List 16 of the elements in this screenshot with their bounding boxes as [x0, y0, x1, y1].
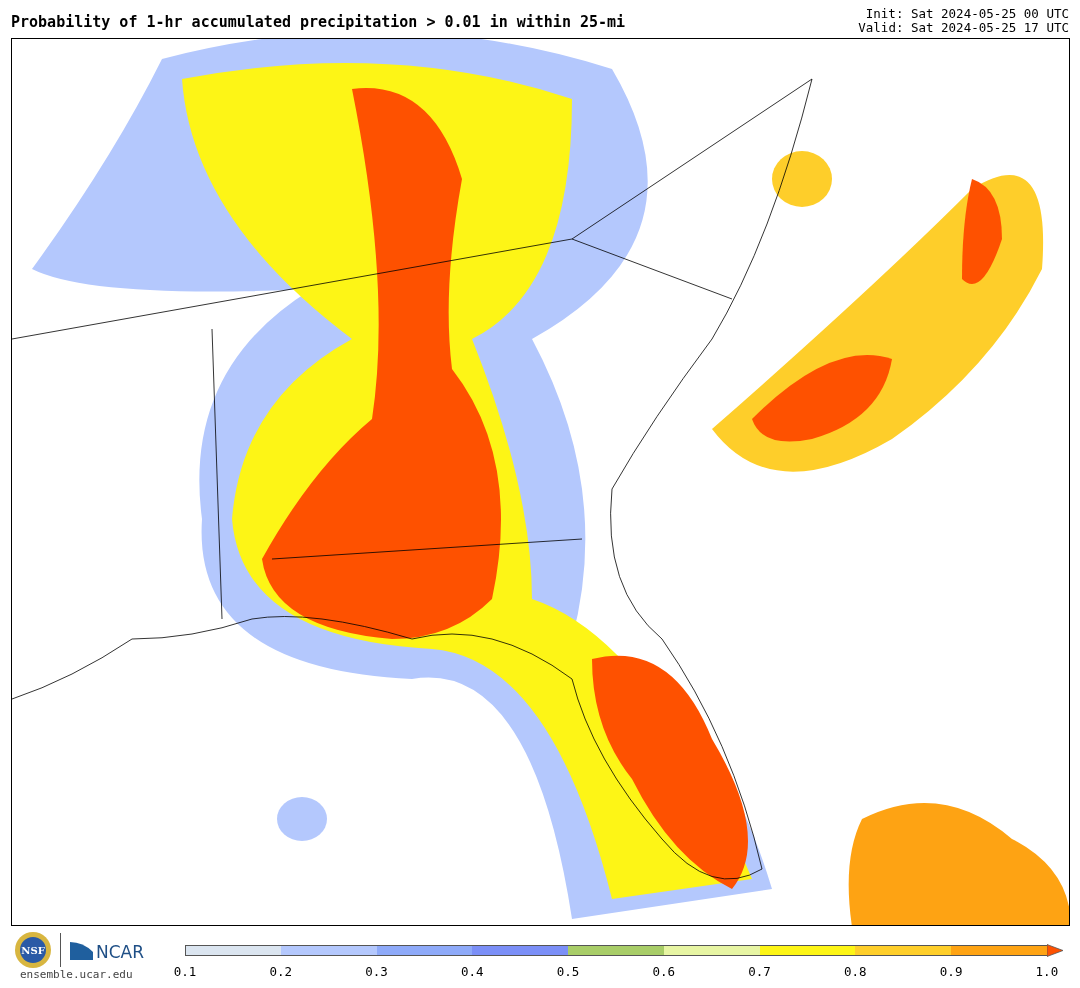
legend-tick-label: 0.9	[938, 963, 964, 981]
chart-title: Probability of 1-hr accumulated precipitation > 0.01 in within 25-mi	[11, 13, 626, 33]
legend-tick-label: 0.5	[555, 963, 581, 981]
legend-tick-label: 0.7	[747, 963, 772, 981]
legend-tick-label: 0.6	[651, 963, 677, 981]
legend-tick-label: 0.4	[460, 963, 485, 981]
valid-time: Valid: Sat 2024-05-25 17 UTC	[858, 21, 1069, 35]
legend-tick-label: 0.1	[172, 963, 198, 981]
legend-tick-label: 1.0	[1034, 963, 1060, 981]
nsf-logo: NSF	[14, 931, 52, 969]
legend-tick-label: 0.2	[268, 963, 294, 981]
init-time: Init: Sat 2024-05-25 00 UTC	[864, 7, 1069, 21]
legend-tick-label: 0.3	[364, 963, 389, 981]
site-url: ensemble.ucar.edu	[20, 969, 134, 981]
ncar-logo: NCAR	[69, 938, 145, 962]
legend-tick-label: 0.8	[843, 963, 868, 981]
